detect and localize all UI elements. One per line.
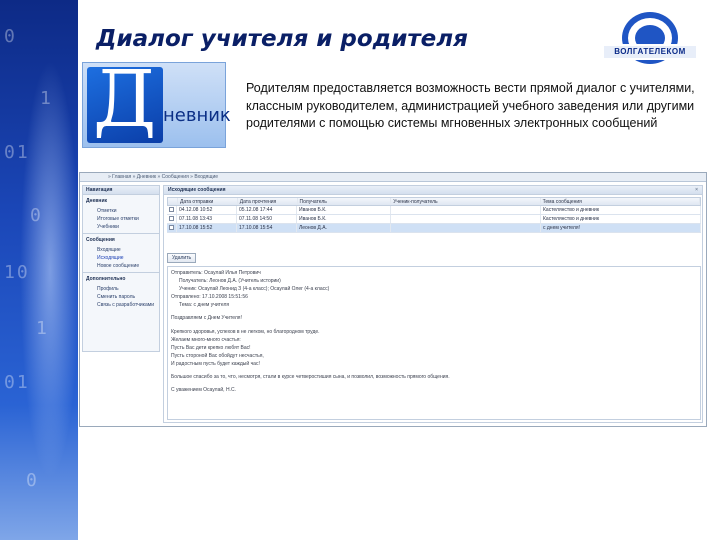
message-sent: Отправлено: 17.10.2008 15:51:56 [171,294,248,301]
checkbox-icon[interactable] [169,216,174,222]
sidebar-section-diary[interactable]: Дневник [83,195,159,207]
message-body-line: Крепкого здоровья, успехов в не легком, … [171,328,320,335]
slide-description: Родителям предоставляется возможность ве… [246,81,695,131]
sidebar-item-new-message[interactable]: Новое сообщение [83,262,159,270]
checkbox-icon[interactable] [169,225,174,231]
cell-student [391,224,541,232]
volgatelecom-logo-icon [600,12,700,64]
cell-recipient: Иванов Б.К. [297,215,391,223]
cell-subject: с днем учителя! [541,224,701,232]
strip-digit: 10 [4,262,30,283]
sidebar-section-extra[interactable]: Дополнительно [83,272,159,285]
sidebar-item-inbox[interactable]: Входящие [83,246,159,254]
message-preview: Отправитель: Осаулай Илья Петрович Получ… [167,266,701,420]
cell-sent: 04.12.08 10:52 [177,206,237,214]
column-header-student[interactable]: Ученик-получатель [391,198,541,205]
strip-digit: 1 [40,88,53,109]
outbox-panel: Исходящие сообщения × Дата отправки Дата… [163,185,703,423]
close-icon[interactable]: × [695,186,698,195]
message-body-line: Поздравляем с Днем Учителя! [171,315,242,322]
cell-student [391,215,541,223]
sidebar-item-profile[interactable]: Профиль [83,285,159,293]
table-header-row: Дата отправки Дата прочтения Получатель … [167,197,701,206]
message-signature: С уважением Осаулай, Н.С. [171,387,236,394]
message-body-line: Пусть Вас дети крепко любят Вас! [171,344,251,351]
message-subject: Тема: с днем учителя [179,302,230,309]
dnevnik-logo-word: невник [163,105,231,126]
sidebar-section-messages[interactable]: Сообщения [83,233,159,246]
cell-read: 17.10.08 15:54 [237,224,297,232]
dnevnik-logo: Д невник [82,55,231,148]
cell-subject: Кастелянство и дневник [541,206,701,214]
cell-recipient: Иванов Б.К. [297,206,391,214]
message-from: Отправитель: Осаулай Илья Петрович [171,270,261,276]
table-row-selected[interactable]: 17.10.08 15:52 17.10.08 15:54 Леонов Д.А… [167,224,701,233]
message-to: Получатель: Леонов Д.А. (Учитель истории… [179,278,281,285]
cell-sent: 17.10.08 15:52 [177,224,237,232]
sidebar-item-marks[interactable]: Отметки [83,207,159,215]
message-body-line: Большое спасибо за то, что, несмотря, ст… [171,374,450,381]
panel-title: Исходящие сообщения [168,187,226,193]
column-header-select[interactable] [168,198,178,205]
cell-student [391,206,541,214]
row-checkbox[interactable] [167,215,177,223]
strip-digit: 0 [26,470,39,491]
table-row[interactable]: 04.12.08 10:52 05.12.08 17:44 Иванов Б.К… [167,206,701,215]
column-header-read[interactable]: Дата прочтения [238,198,298,205]
breadcrumb[interactable]: » Главная » Дневник » Сообщения » Входящ… [80,173,706,182]
delete-button[interactable]: Удалить [167,253,197,263]
checkbox-icon[interactable] [169,207,174,213]
row-checkbox[interactable] [167,206,177,214]
sidebar-item-final-marks[interactable]: Итоговые отметки [83,215,159,223]
strip-digit: 01 [4,142,30,163]
cell-subject: Кастелянство и дневник [541,215,701,223]
column-header-subject[interactable]: Тема сообщения [541,198,701,205]
cell-recipient: Леонов Д.А. [297,224,391,232]
sidebar-item-textbooks[interactable]: Учебники [83,223,159,231]
column-header-sent[interactable]: Дата отправки [178,198,238,205]
dnevnik-logo-letter: Д [93,55,157,145]
message-body-line: Пусть стороной Вас обойдут несчастья, [171,352,264,359]
app-screenshot: » Главная » Дневник » Сообщения » Входящ… [79,172,707,427]
cell-read: 05.12.08 17:44 [237,206,297,214]
sidebar-header: Навигация [83,186,159,195]
message-body-line: Желаем много-много счастья: [171,336,241,343]
strip-digit: 0 [4,26,17,47]
sidebar-item-change-password[interactable]: Сменить пароль [83,293,159,301]
strip-digit: 1 [36,318,49,339]
messages-table: Дата отправки Дата прочтения Получатель … [167,197,701,233]
sidebar-item-outbox[interactable]: Исходящие [83,254,159,262]
cell-sent: 07.11.08 13:43 [177,215,237,223]
decorative-side-strip: 0 1 01 0 10 1 01 0 [0,0,78,540]
message-body-line: И радостным пусть будет каждый час! [171,360,260,367]
cell-read: 07.11.08 14:50 [237,215,297,223]
sidebar: Навигация Дневник Отметки Итоговые отмет… [82,185,160,352]
brand-name: ВОЛГАТЕЛЕКОМ [614,47,686,56]
panel-header: Исходящие сообщения × [164,186,702,195]
table-row[interactable]: 07.11.08 13:43 07.11.08 14:50 Иванов Б.К… [167,215,701,224]
sidebar-item-contact-developers[interactable]: Связь с разработчиками [83,301,159,309]
strip-digit: 01 [4,372,30,393]
strip-digit: 0 [30,205,43,226]
slide-title: Диалог учителя и родителя [96,26,468,52]
message-student: Ученик: Осаулай Леонид З (4-а класс); Ос… [179,286,330,293]
column-header-recipient[interactable]: Получатель [298,198,392,205]
row-checkbox[interactable] [167,224,177,232]
